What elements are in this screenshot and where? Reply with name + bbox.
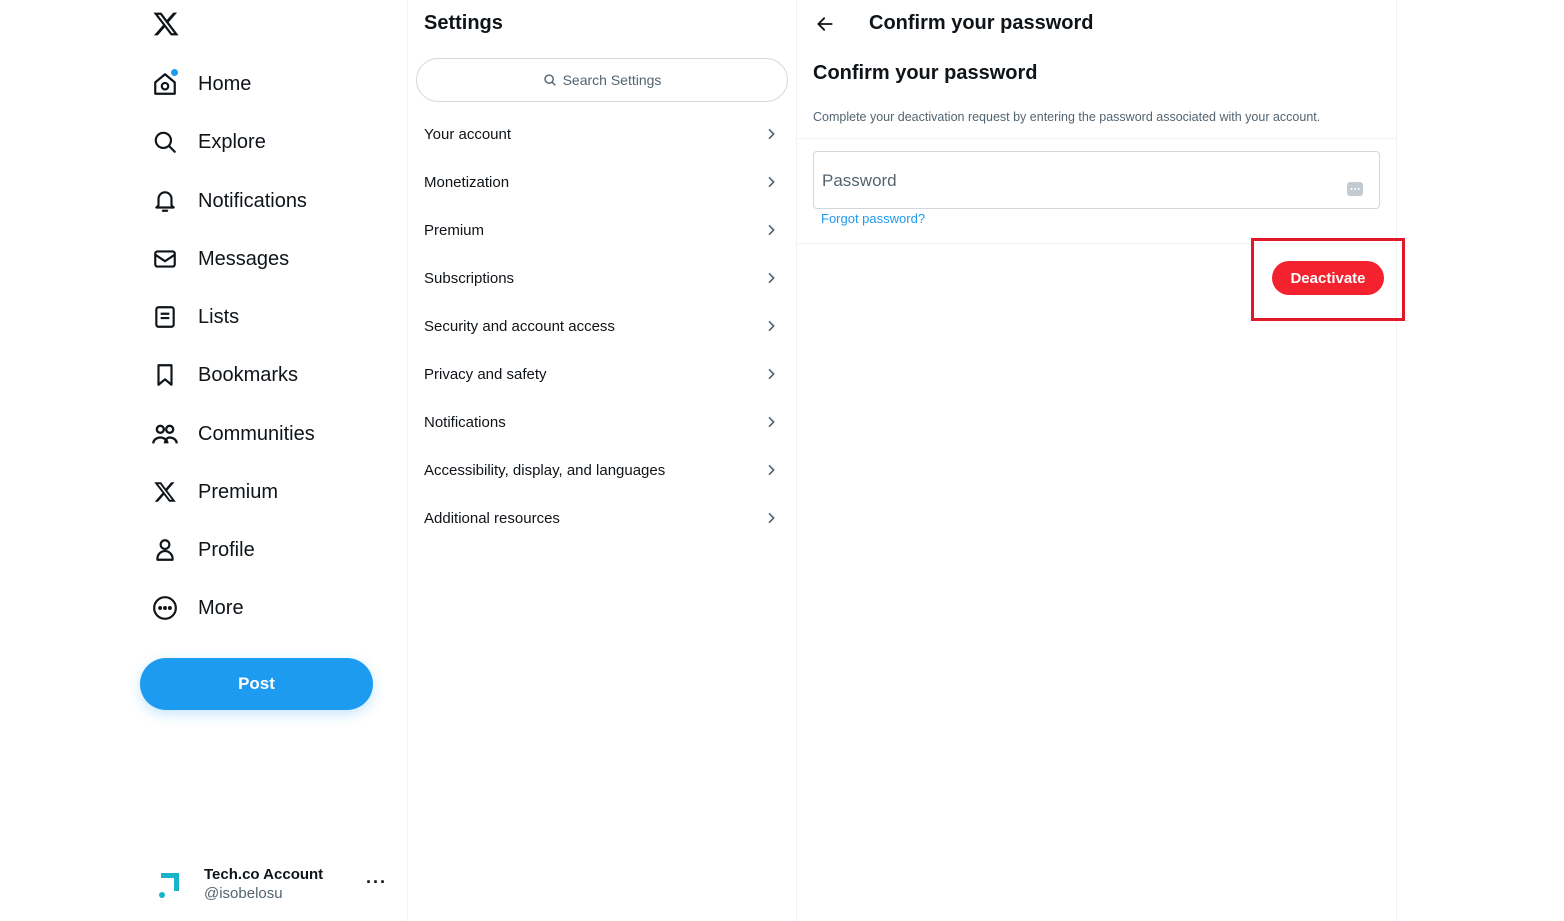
settings-item-label: Notifications: [424, 413, 506, 431]
nav-item-notifications[interactable]: Notifications: [150, 181, 307, 221]
x-logo-icon[interactable]: [150, 8, 182, 40]
settings-item-monetization[interactable]: Monetization: [408, 158, 797, 206]
left-navigation: Home Explore Notifications Messages List…: [0, 0, 408, 921]
list-icon: [150, 302, 180, 332]
nav-label: Profile: [198, 538, 255, 561]
settings-title: Settings: [424, 12, 503, 34]
settings-item-label: Premium: [424, 221, 485, 239]
nav-label: Messages: [198, 247, 290, 270]
chevron-right-icon: [768, 320, 775, 332]
search-icon: [150, 127, 180, 157]
settings-item-label: Your account: [424, 125, 512, 143]
more-icon[interactable]: ···: [366, 872, 387, 893]
back-button[interactable]: [811, 10, 839, 38]
account-handle: @isobelosu: [204, 885, 283, 902]
settings-item-accessibility[interactable]: Accessibility, display, and languages: [408, 446, 797, 494]
settings-item-privacy[interactable]: Privacy and safety: [408, 350, 797, 398]
forgot-password-link[interactable]: Forgot password?: [821, 211, 925, 226]
nav-label: Communities: [198, 422, 315, 445]
settings-column: Settings Search Settings Your account Mo…: [408, 0, 797, 921]
nav-label: Premium: [198, 480, 279, 503]
nav-item-communities[interactable]: Communities: [150, 414, 315, 454]
nav-label: Lists: [198, 305, 240, 328]
bell-icon: [150, 186, 180, 216]
settings-item-subscriptions[interactable]: Subscriptions: [408, 254, 797, 302]
nav-item-profile[interactable]: Profile: [150, 530, 255, 570]
avatar: [150, 864, 190, 904]
search-placeholder: Search Settings: [562, 72, 662, 88]
nav-item-more[interactable]: More: [150, 588, 244, 628]
person-icon: [150, 535, 180, 565]
nav-label: Explore: [198, 130, 266, 153]
account-name: Tech.co Account: [204, 866, 324, 883]
deactivate-button[interactable]: Deactivate: [1272, 261, 1384, 295]
panel-header-title: Confirm your password: [869, 12, 1094, 34]
post-button[interactable]: Post: [140, 658, 373, 710]
nav-label: Bookmarks: [198, 363, 299, 386]
nav-label: Home: [198, 72, 252, 95]
nav-item-explore[interactable]: Explore: [150, 122, 266, 162]
password-manager-icon[interactable]: [1347, 182, 1363, 196]
chevron-right-icon: [768, 464, 775, 476]
password-input[interactable]: [822, 166, 1332, 196]
notification-dot: [171, 69, 178, 76]
settings-item-label: Monetization: [424, 173, 510, 191]
chevron-right-icon: [768, 224, 775, 236]
settings-item-premium[interactable]: Premium: [408, 206, 797, 254]
home-icon: [150, 69, 180, 99]
settings-item-label: Additional resources: [424, 509, 560, 527]
people-icon: [150, 419, 180, 449]
settings-item-label: Accessibility, display, and languages: [424, 461, 666, 479]
nav-label: Notifications: [198, 189, 307, 212]
settings-item-label: Security and account access: [424, 317, 615, 335]
chevron-right-icon: [768, 272, 775, 284]
x-logo-icon: [150, 477, 180, 507]
nav-item-home[interactable]: Home: [150, 64, 251, 104]
chevron-right-icon: [768, 176, 775, 188]
nav-item-lists[interactable]: Lists: [150, 297, 239, 337]
settings-item-your-account[interactable]: Your account: [408, 110, 797, 158]
bookmark-icon: [150, 360, 180, 390]
nav-label: More: [198, 596, 244, 619]
chevron-right-icon: [768, 512, 775, 524]
arrow-left-icon: [817, 17, 833, 31]
nav-item-premium[interactable]: Premium: [150, 472, 278, 512]
chevron-right-icon: [768, 368, 775, 380]
divider: [797, 138, 1397, 139]
password-field[interactable]: [813, 151, 1380, 209]
search-input[interactable]: Search Settings: [416, 58, 788, 102]
chevron-right-icon: [768, 416, 775, 428]
nav-item-bookmarks[interactable]: Bookmarks: [150, 355, 298, 395]
search-icon: [543, 74, 556, 86]
settings-item-security[interactable]: Security and account access: [408, 302, 797, 350]
page-title: Confirm your password: [813, 62, 1038, 84]
confirm-password-panel: Confirm your password Confirm your passw…: [797, 0, 1405, 921]
settings-item-label: Subscriptions: [424, 269, 515, 287]
settings-item-notifications[interactable]: Notifications: [408, 398, 797, 446]
more-circle-icon: [150, 593, 180, 623]
account-switcher[interactable]: Tech.co Account @isobelosu ···: [150, 858, 395, 910]
chevron-right-icon: [768, 128, 775, 140]
settings-item-additional-resources[interactable]: Additional resources: [408, 494, 797, 542]
panel-description: Complete your deactivation request by en…: [813, 110, 1321, 124]
envelope-icon: [150, 244, 180, 274]
nav-item-messages[interactable]: Messages: [150, 239, 289, 279]
settings-item-label: Privacy and safety: [424, 365, 547, 383]
